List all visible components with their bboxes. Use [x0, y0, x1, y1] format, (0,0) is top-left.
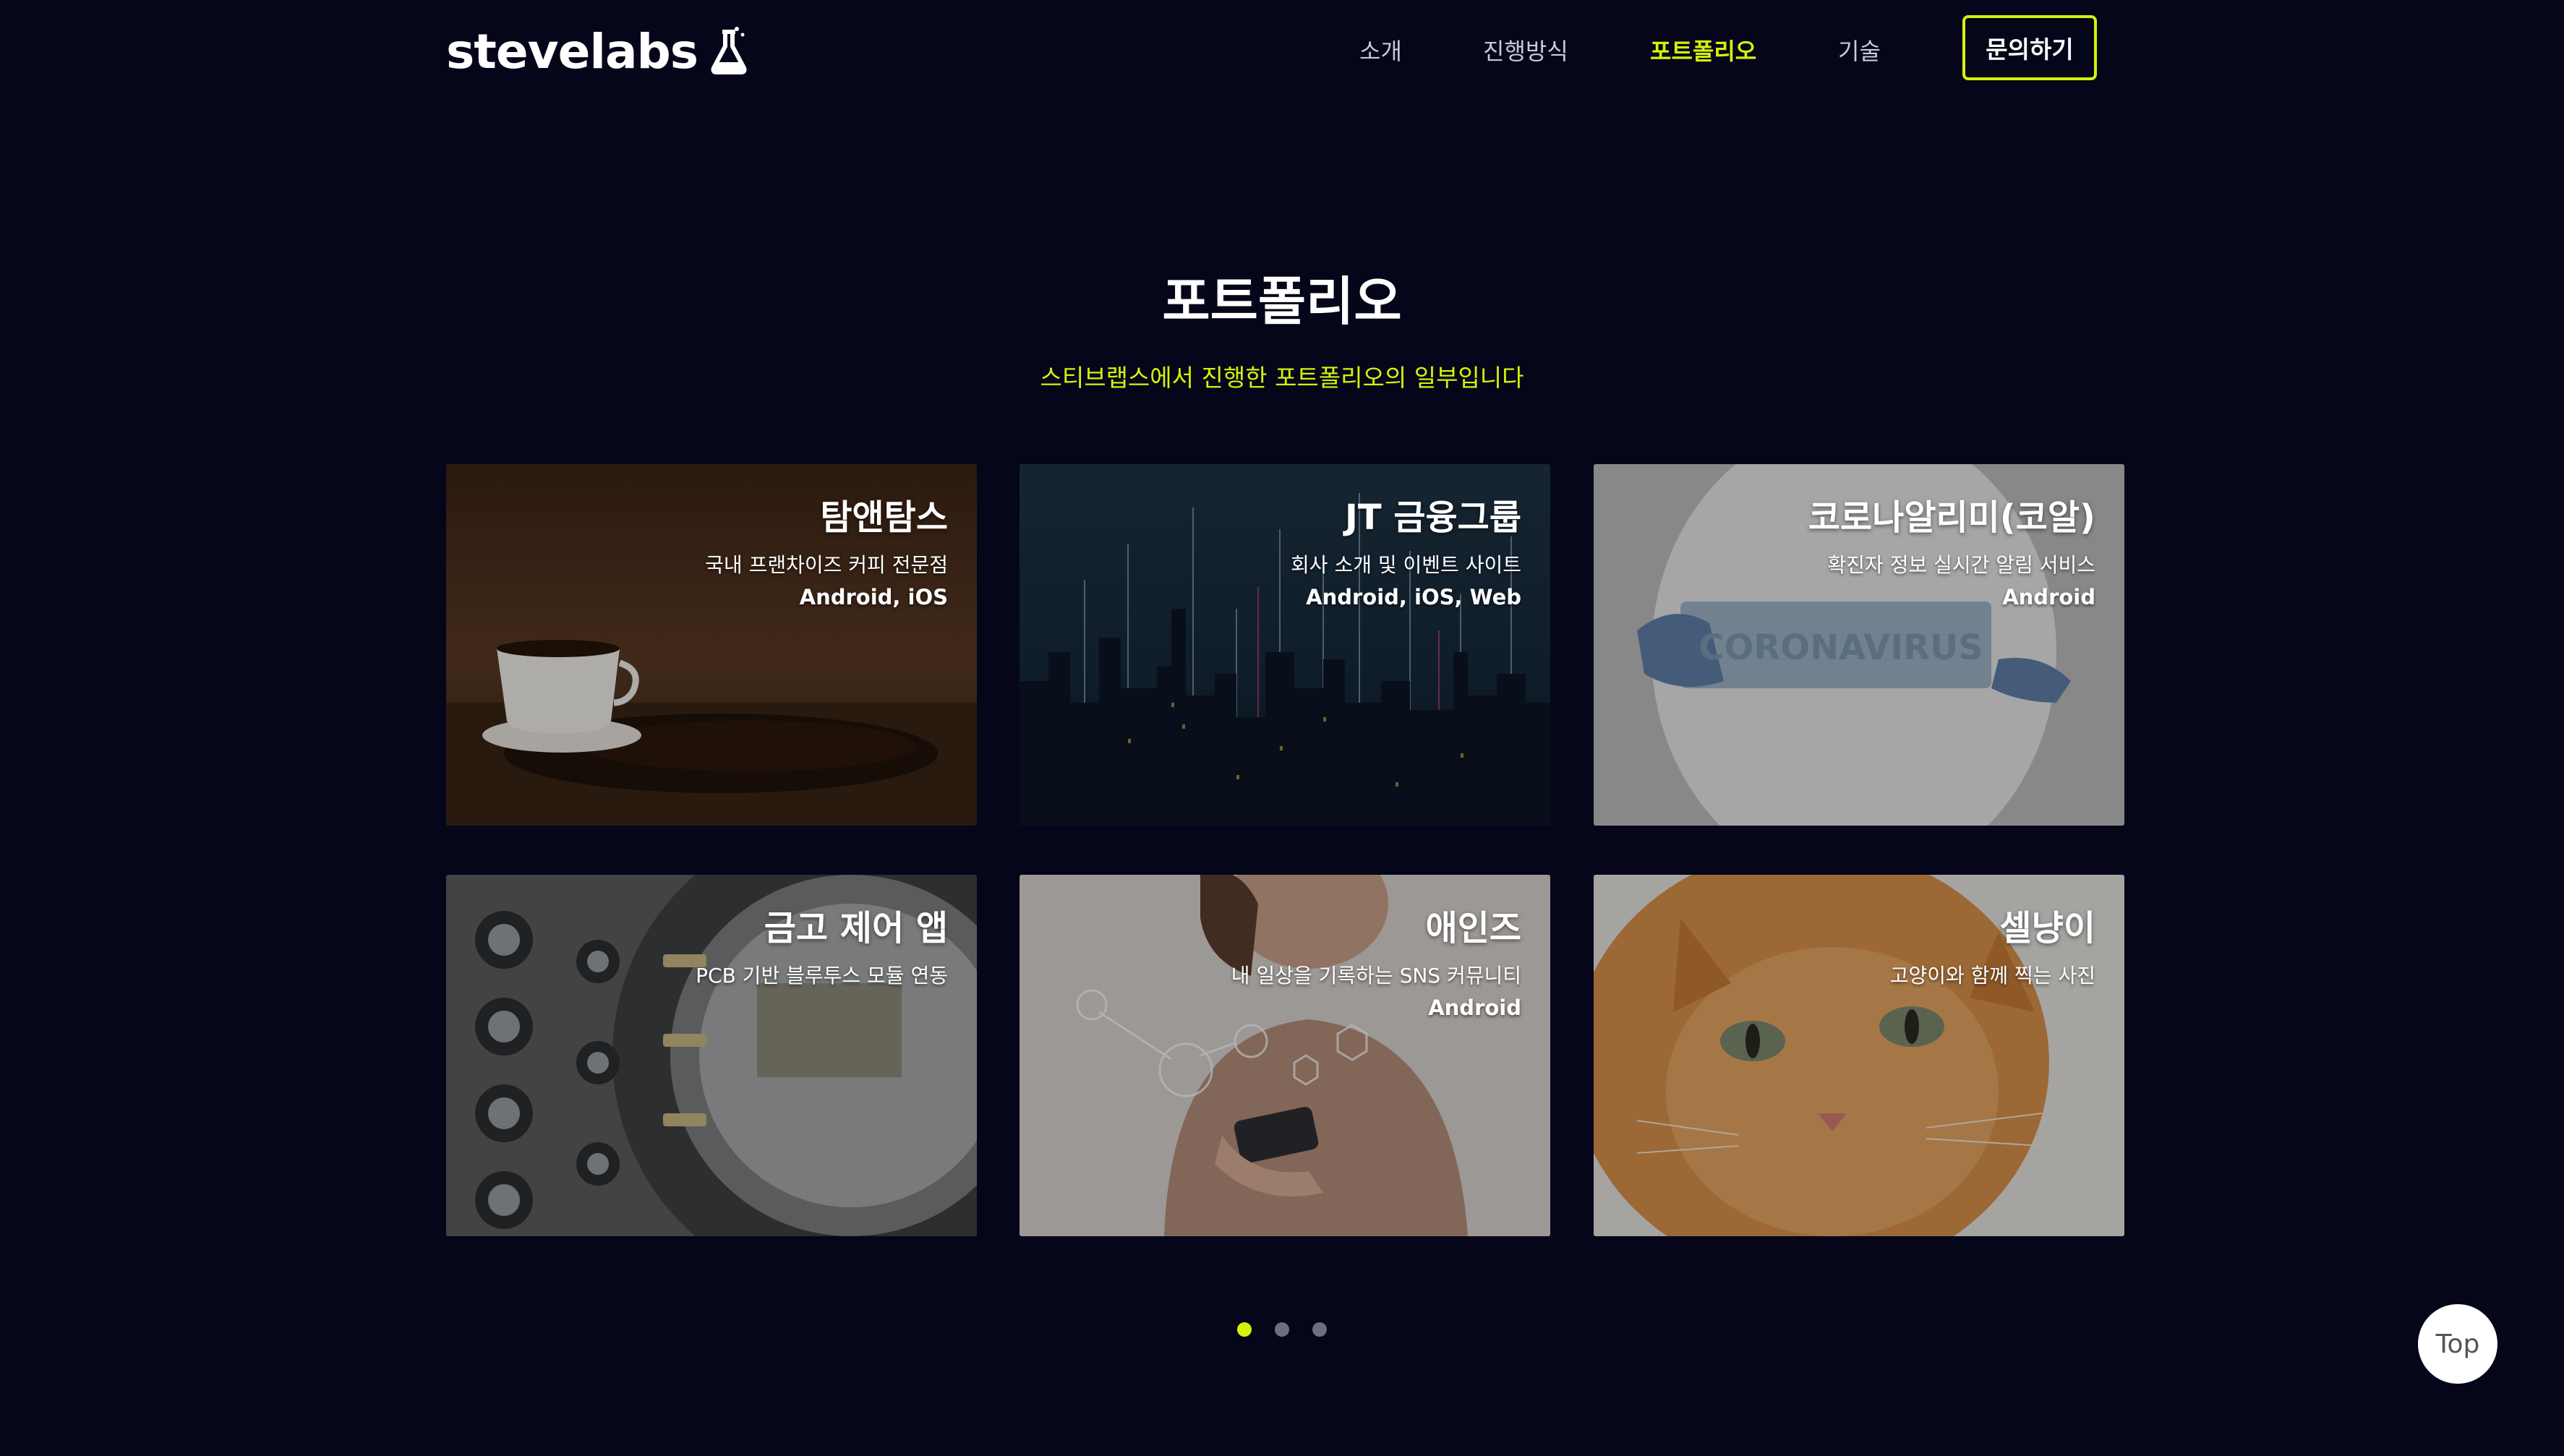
card-platform: Android, iOS [799, 585, 948, 609]
contact-button[interactable]: 문의하기 [1962, 15, 2097, 80]
card-title: 셀냥이 [1999, 908, 2095, 948]
card-platform: Android [2002, 585, 2095, 609]
card-info: JT 금융그룹 회사 소개 및 이벤트 사이트 Android, iOS, We… [1291, 494, 1521, 613]
main-nav: 소개 진행방식 포트폴리오 기술 [0, 0, 2564, 105]
portfolio-card[interactable]: 탐앤탐스 국내 프랜차이즈 커피 전문점 Android, iOS [446, 464, 977, 826]
card-title: JT 금융그룹 [1345, 497, 1521, 538]
portfolio-card[interactable]: 애인즈 내 일상을 기록하는 SNS 커뮤니티 Android [1020, 875, 1550, 1236]
nav-item-process[interactable]: 진행방식 [1483, 33, 1568, 67]
pagination-dot-1[interactable] [1237, 1322, 1252, 1337]
card-description: 국내 프랜차이즈 커피 전문점 [705, 553, 948, 577]
pagination-dot-3[interactable] [1312, 1322, 1327, 1337]
card-description: 고양이와 함께 찍는 사진 [1889, 964, 2095, 988]
section-title: 포트폴리오 [1162, 271, 1402, 332]
card-title: 금고 제어 앱 [764, 908, 948, 948]
card-info: 탐앤탐스 국내 프랜차이즈 커피 전문점 Android, iOS [705, 494, 948, 613]
carousel-pagination [0, 1322, 2564, 1337]
nav-item-tech[interactable]: 기술 [1838, 33, 1881, 67]
card-description: 회사 소개 및 이벤트 사이트 [1291, 553, 1521, 577]
nav-item-portfolio[interactable]: 포트폴리오 [1650, 33, 1756, 67]
nav-item-about[interactable]: 소개 [1359, 33, 1402, 67]
card-info: 금고 제어 앱 PCB 기반 블루투스 모듈 연동 [696, 905, 948, 992]
card-description: 내 일상을 기록하는 SNS 커뮤니티 [1231, 964, 1521, 988]
portfolio-card[interactable]: CORONAVIRUS 코로나알리미(코알) 확진자 정보 실시간 알림 서비스… [1594, 464, 2124, 826]
portfolio-card[interactable]: 금고 제어 앱 PCB 기반 블루투스 모듈 연동 [446, 875, 977, 1236]
card-info: 코로나알리미(코알) 확진자 정보 실시간 알림 서비스 Android [1808, 494, 2095, 613]
card-description: 확진자 정보 실시간 알림 서비스 [1827, 553, 2095, 577]
scroll-top-button[interactable]: Top [2418, 1304, 2497, 1384]
card-description: PCB 기반 블루투스 모듈 연동 [696, 964, 948, 988]
card-title: 애인즈 [1425, 908, 1521, 948]
portfolio-card[interactable]: JT 금융그룹 회사 소개 및 이벤트 사이트 Android, iOS, We… [1020, 464, 1550, 826]
pagination-dot-2[interactable] [1275, 1322, 1289, 1337]
card-platform: Android [1428, 995, 1521, 1020]
site-header: stevelabs 소개 진행방식 포트폴리오 기술 문의하기 [0, 0, 2564, 105]
card-platform: Android, iOS, Web [1306, 585, 1521, 609]
card-title: 코로나알리미(코알) [1808, 497, 2095, 538]
card-info: 셀냥이 고양이와 함께 찍는 사진 [1890, 905, 2095, 992]
section-subtitle: 스티브랩스에서 진행한 포트폴리오의 일부입니다 [1040, 364, 1524, 392]
card-title: 탐앤탐스 [820, 497, 948, 538]
card-info: 애인즈 내 일상을 기록하는 SNS 커뮤니티 Android [1231, 905, 1521, 1024]
portfolio-card[interactable]: 셀냥이 고양이와 함께 찍는 사진 [1594, 875, 2124, 1236]
